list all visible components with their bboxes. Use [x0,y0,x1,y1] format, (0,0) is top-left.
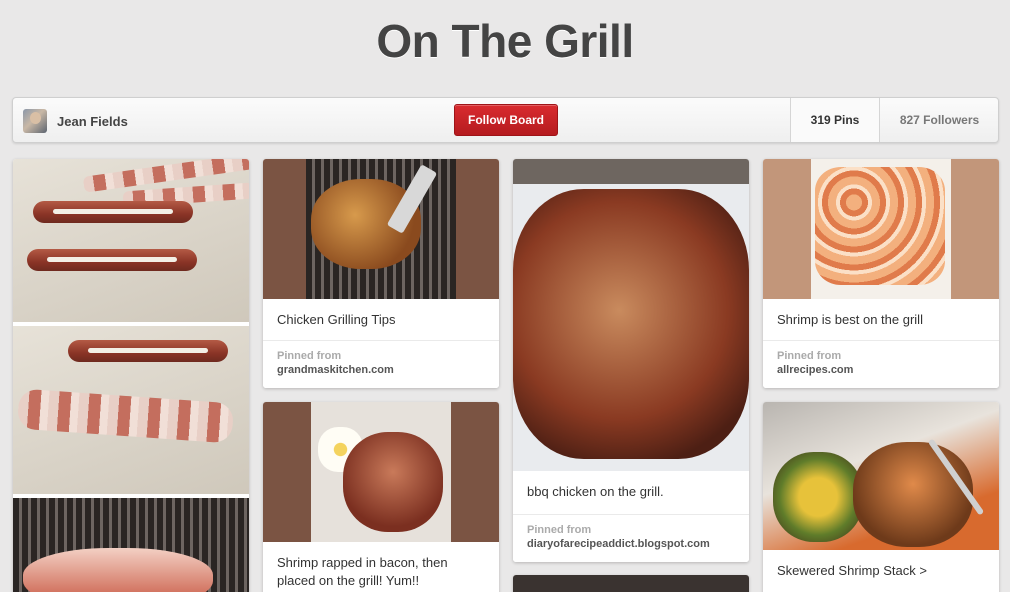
bacon-wrapped-hotdog [16,388,235,444]
pin-description: bbq chicken on the grill. [527,484,664,499]
owner-avatar[interactable] [23,109,47,133]
pin-card-hotdog[interactable] [13,159,249,592]
board-title: On The Grill [376,15,634,67]
bacon-wrapped-shrimp [343,432,443,532]
pin-description: Shrimp rapped in bacon, then placed on t… [277,555,448,588]
pin-description: Shrimp is best on the grill [777,312,923,327]
pin-card-shrimp-stack[interactable]: Skewered Shrimp Stack > [763,402,999,592]
source-domain-link[interactable]: allrecipes.com [777,364,985,376]
hotdog [68,340,228,362]
pin-image-hotdog-step1[interactable] [13,159,249,322]
pin-description: Skewered Shrimp Stack > [777,563,927,578]
pins-count-tab[interactable]: 319 Pins [790,98,879,142]
followers-count-tab[interactable]: 827 Followers [879,98,999,142]
pin-image-shrimp-stack[interactable] [763,402,999,550]
pinned-from-label: Pinned from [777,350,842,362]
pin-card-chicken-tips[interactable]: Chicken Grilling Tips Pinned from grandm… [263,159,499,388]
pin-image-shrimp-skewers[interactable] [763,159,999,299]
source-domain-link[interactable]: diaryofarecipeaddict.blogspot.com [527,538,735,550]
shrimp-stack [853,442,973,547]
pin-card-shrimp-grill[interactable]: Shrimp is best on the grill Pinned from … [763,159,999,388]
pin-source[interactable]: Pinned from grandmaskitchen.com [263,340,499,388]
pin-card-bbq-chicken[interactable]: bbq chicken on the grill. Pinned from di… [513,159,749,562]
bacon-wrapped-chicken [513,189,749,459]
hotdog [27,249,197,271]
follow-board-button[interactable]: Follow Board [454,104,558,136]
pin-image-bbq-chicken[interactable] [513,159,749,471]
pinned-from-label: Pinned from [527,524,592,536]
pinned-from-label: Pinned from [277,350,342,362]
source-domain-link[interactable]: grandmaskitchen.com [277,364,485,376]
owner-name[interactable]: Jean Fields [57,114,128,129]
board-owner[interactable]: Jean Fields [23,108,128,134]
pin-image-partial[interactable] [513,575,749,592]
pin-image-hotdog-step2[interactable] [13,326,249,494]
hotdog [33,201,193,223]
pin-source[interactable]: Pinned from allrecipes.com [763,340,999,388]
pin-image-shrimp-bacon[interactable] [263,402,499,542]
pin-image-hotdog-grill[interactable] [13,498,249,592]
shrimp-skewers [815,167,945,285]
grilled-hotdog [23,548,213,592]
pin-card-partial[interactable] [513,575,749,592]
pin-image-chicken-grill[interactable] [263,159,499,299]
pin-source[interactable]: Pinned from diaryofarecipeaddict.blogspo… [513,514,749,562]
board-header-bar: Jean Fields Follow Board 319 Pins 827 Fo… [12,97,999,143]
pin-card-shrimp-bacon[interactable]: Shrimp rapped in bacon, then placed on t… [263,402,499,592]
grilled-vegetables [773,452,863,542]
pin-description: Chicken Grilling Tips [277,312,396,327]
